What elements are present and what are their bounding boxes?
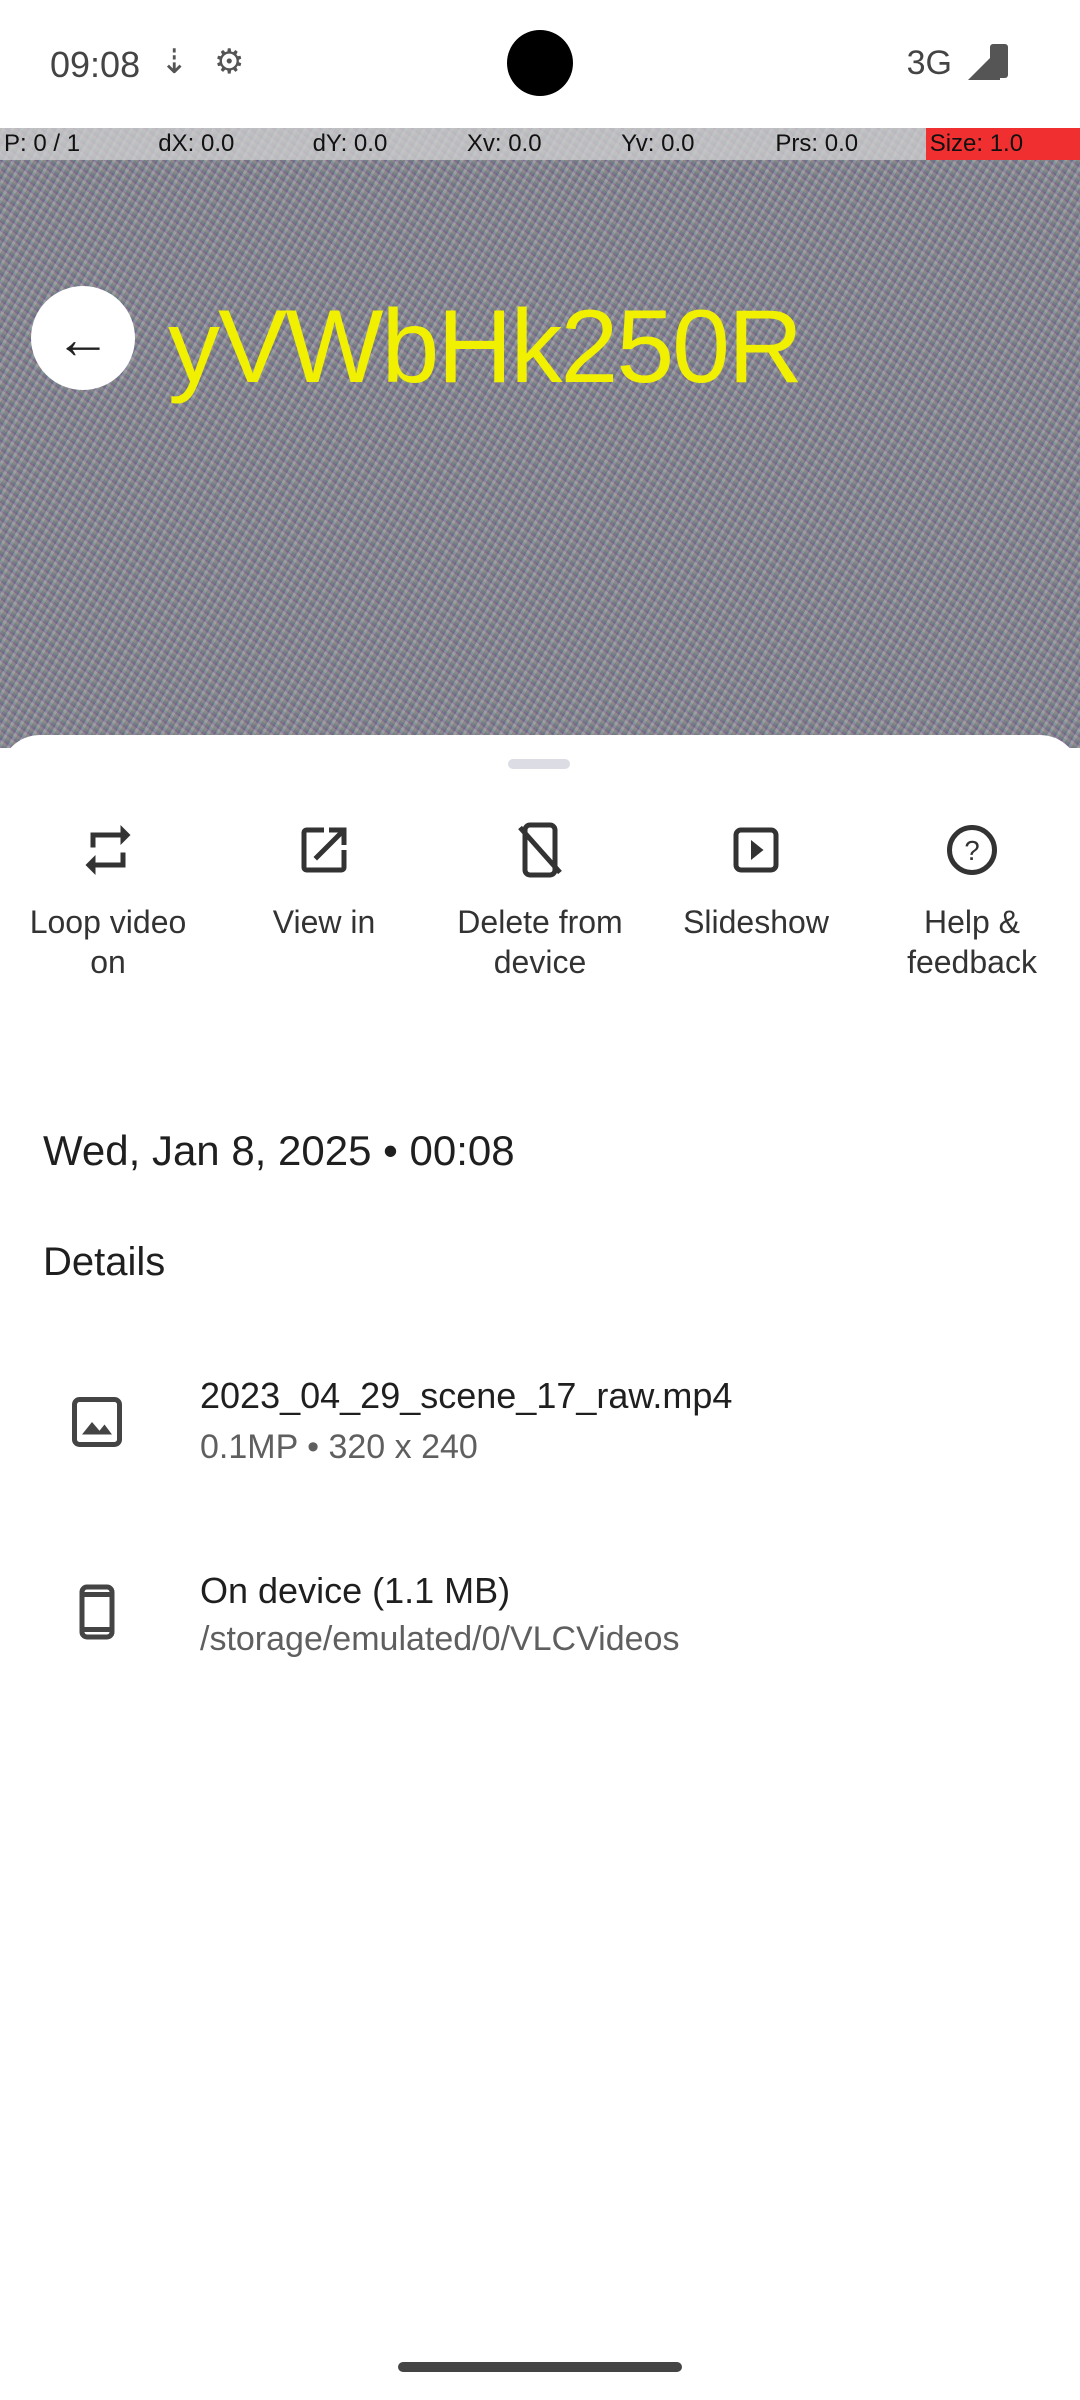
settings-icon: ⚙ [214, 43, 245, 81]
debug-dy: dY: 0.0 [312, 130, 388, 157]
file-name: 2023_04_29_scene_17_raw.mp4 [200, 1375, 733, 1416]
svg-text:?: ? [964, 835, 979, 866]
video-preview[interactable]: P: 0 / 1 dX: 0.0 dY: 0.0 Xv: 0.0 Yv: 0.0… [0, 128, 1080, 748]
capture-date: Wed, Jan 8, 2025 • 00:08 [43, 1127, 515, 1174]
arrow-back-icon: ← [55, 306, 111, 370]
action-label: View in [272, 904, 376, 940]
details-heading: Details [43, 1240, 166, 1284]
view-in-button[interactable]: View in [229, 780, 419, 1050]
clock: 09:08 [50, 44, 141, 85]
image-icon [72, 1397, 122, 1447]
open-in-new-icon [301, 827, 347, 873]
smartphone-icon [79, 1584, 115, 1640]
network-type: 3G [906, 44, 952, 82]
status-bar: 09:08 ⇣ ⚙ 3G [0, 0, 1080, 128]
loop-video-button[interactable]: Loop video on [13, 780, 203, 1050]
gesture-nav-handle[interactable] [398, 2362, 682, 2372]
action-label: Delete from device [457, 904, 623, 980]
details-sheet: Loop video on View in Delete from device… [0, 735, 1080, 2400]
storage-path: /storage/emulated/0/VLCVideos [200, 1620, 680, 1658]
mobile-off-icon [518, 822, 562, 878]
back-button[interactable]: ← [31, 286, 135, 390]
battery-icon [990, 44, 1008, 78]
storage-size: On device (1.1 MB) [200, 1570, 511, 1611]
action-label: Slideshow [683, 904, 829, 940]
debug-size: Size: 1.0 [925, 128, 1080, 160]
help-icon: ? [947, 825, 997, 875]
debug-dx: dX: 0.0 [158, 130, 235, 157]
debug-xv: Xv: 0.0 [466, 130, 542, 157]
action-label: Help & feedback [907, 904, 1037, 980]
storage-info-row: On device (1.1 MB) /storage/emulated/0/V… [0, 1520, 1080, 1710]
slideshow-icon [733, 827, 779, 873]
video-overlay-text: yVWbHk250R [168, 289, 803, 405]
help-feedback-button[interactable]: ? Help & feedback [877, 780, 1067, 1050]
slideshow-button[interactable]: Slideshow [661, 780, 851, 1050]
camera-cutout [507, 30, 573, 96]
debug-yv: Yv: 0.0 [621, 130, 695, 157]
action-row[interactable]: Loop video on View in Delete from device… [0, 780, 1080, 1050]
debug-pointer: P: 0 / 1 [4, 130, 81, 157]
pointer-debug-bar: P: 0 / 1 dX: 0.0 dY: 0.0 Xv: 0.0 Yv: 0.0… [0, 128, 1080, 160]
action-label: Loop video on [29, 904, 187, 980]
drag-handle[interactable] [508, 759, 570, 769]
file-info-row: 2023_04_29_scene_17_raw.mp4 0.1MP • 320 … [0, 1330, 1080, 1520]
download-icon: ⇣ [160, 43, 189, 81]
delete-from-device-button[interactable]: Delete from device [445, 780, 635, 1050]
file-resolution: 0.1MP • 320 x 240 [200, 1428, 478, 1466]
repeat-icon [85, 825, 131, 875]
debug-prs: Prs: 0.0 [775, 130, 859, 157]
